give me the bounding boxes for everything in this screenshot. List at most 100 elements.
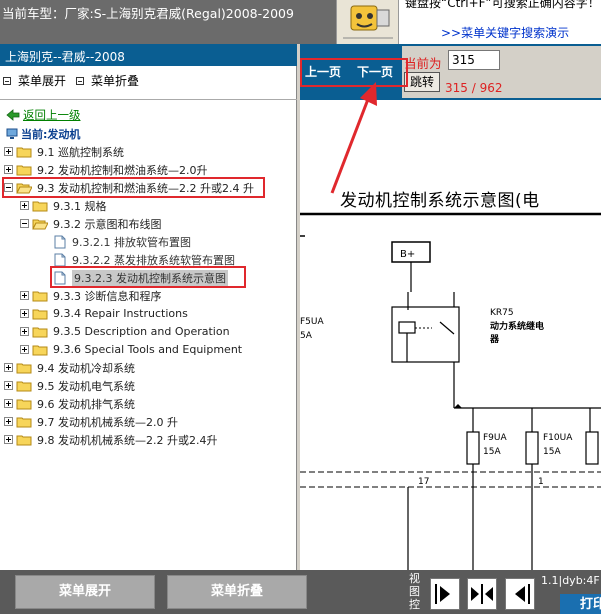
page-right-button[interactable] — [430, 578, 460, 610]
tree-item-9-1[interactable]: 9.1 巡航控制系统 — [4, 143, 124, 160]
folder-icon — [32, 291, 48, 301]
tree-item-9-7[interactable]: 9.7 发动机机械系统—2.0 升 — [4, 413, 178, 430]
expand-toggle-icon[interactable] — [4, 381, 13, 390]
collapse-toggle-icon[interactable] — [20, 219, 29, 228]
status-text: 1.1|dyb:4F — [541, 574, 600, 587]
kr75-label: KR75 — [490, 308, 514, 318]
page-number-input[interactable] — [448, 50, 500, 70]
tree-label: 9.8 发动机机械系统—2.2 升或2.4升 — [37, 433, 218, 447]
relay-label-1: 动力系统继电 — [490, 320, 544, 332]
tree-item-9-3-2[interactable]: 9.3.2 示意图和布线图 — [20, 215, 162, 232]
collapse-all-link[interactable]: 菜单折叠 — [76, 72, 139, 89]
back-link[interactable]: 返回上一级 — [6, 107, 81, 123]
tree-item-9-4[interactable]: 9.4 发动机冷却系统 — [4, 359, 135, 376]
current-label: 当前:发动机 — [21, 128, 81, 141]
tree-label: 9.4 发动机冷却系统 — [37, 361, 135, 375]
expand-toggle-icon[interactable] — [20, 327, 29, 336]
folder-icon — [16, 435, 32, 445]
wire-1-label: 1 — [538, 477, 544, 487]
tree-item-9-3-4[interactable]: 9.3.4 Repair Instructions — [20, 305, 188, 322]
computer-icon — [6, 128, 18, 139]
arrow-left-icon — [515, 584, 530, 604]
page-left-button[interactable] — [505, 578, 535, 610]
f10ua-label: F10UA — [543, 433, 573, 443]
collapse-all-label: 菜单折叠 — [91, 74, 140, 88]
document-icon — [54, 235, 66, 248]
expand-toggle-icon[interactable] — [4, 435, 13, 444]
folder-icon — [16, 363, 32, 373]
expand-toggle-icon[interactable] — [20, 201, 29, 210]
folder-icon — [32, 345, 48, 355]
folder-icon — [16, 165, 32, 175]
current-page-label: 当前为 — [404, 56, 442, 71]
jump-button[interactable]: 跳转 — [404, 72, 440, 92]
f5ua-label: F5UA — [300, 317, 324, 327]
expand-toggle-icon[interactable] — [4, 165, 13, 174]
collapse-icon — [76, 76, 84, 85]
expand-menu-button[interactable]: 菜单展开 — [15, 575, 155, 609]
folder-icon — [16, 147, 32, 157]
expand-toggle-icon[interactable] — [20, 291, 29, 300]
highlight-box — [2, 177, 265, 198]
bottom-toolbar: 菜单展开 菜单折叠 视图控 1.1|dyb:4F 打印 — [0, 570, 601, 614]
print-button[interactable]: 打印 — [560, 594, 601, 614]
expand-icon — [3, 76, 11, 85]
back-label: 返回上一级 — [23, 108, 81, 122]
folder-icon — [32, 201, 48, 211]
expand-toggle-icon[interactable] — [4, 399, 13, 408]
menu-tree-panel: 上海别克--君威--2008 菜单展开 菜单折叠 返回上一级 当前:发动机 9.… — [0, 44, 297, 570]
f9ua-amp-label: 15A — [483, 447, 501, 457]
tree-label: 9.3.3 诊断信息和程序 — [53, 289, 162, 303]
current-location: 当前:发动机 — [6, 126, 80, 142]
search-hint-box: 键盘按“Ctrl+F”可搜索正确内容字！ >>菜单关键字搜索演示 — [398, 0, 601, 44]
fit-width-icon — [471, 584, 493, 604]
tree-item-9-5[interactable]: 9.5 发动机电气系统 — [4, 377, 135, 394]
expand-toggle-icon[interactable] — [4, 363, 13, 372]
fit-width-button[interactable] — [467, 578, 497, 610]
expand-toggle-icon[interactable] — [4, 417, 13, 426]
folder-icon — [16, 399, 32, 409]
car-model-label: 当前车型：厂家:S-上海别克君威(Regal)2008-2009 — [2, 6, 294, 21]
tree-label: 9.3.5 Description and Operation — [53, 325, 230, 338]
panel-title: 上海别克--君威--2008 — [0, 44, 297, 66]
back-arrow-icon — [6, 109, 20, 121]
expand-toggle-icon[interactable] — [20, 345, 29, 354]
tree-item-9-3-6[interactable]: 9.3.6 Special Tools and Equipment — [20, 341, 242, 358]
search-hint-icon — [336, 0, 398, 44]
tree-label: 9.2 发动机控制和燃油系统—2.0升 — [37, 163, 208, 177]
page-jump-panel: 当前为 跳转 315 / 962 — [402, 46, 601, 98]
expand-toggle-icon[interactable] — [20, 309, 29, 318]
tree-label: 9.7 发动机机械系统—2.0 升 — [37, 415, 178, 429]
tree-item-9-3-5[interactable]: 9.3.5 Description and Operation — [20, 323, 230, 340]
tree-item-9-2[interactable]: 9.2 发动机控制和燃油系统—2.0升 — [4, 161, 207, 178]
tree-label: 9.3.4 Repair Instructions — [53, 307, 188, 320]
tree-label: 9.6 发动机排气系统 — [37, 397, 135, 411]
tree-label: 9.3.6 Special Tools and Equipment — [53, 343, 243, 356]
expand-toggle-icon[interactable] — [4, 147, 13, 156]
wire-17-label: 17 — [418, 477, 429, 487]
search-hint-text: 键盘按“Ctrl+F”可搜索正确内容字！ — [405, 0, 600, 10]
document-icon — [54, 253, 66, 266]
b-plus-label: B+ — [400, 249, 415, 260]
expand-all-link[interactable]: 菜单展开 — [3, 72, 66, 89]
tree-label: 9.3.2.1 排放软管布置图 — [72, 235, 191, 249]
tree-label: 9.5 发动机电气系统 — [37, 379, 135, 393]
folder-icon — [32, 309, 48, 319]
collapse-menu-button[interactable]: 菜单折叠 — [167, 575, 307, 609]
f10ua-amp-label: 15A — [543, 447, 561, 457]
f5ua-amp-label: 5A — [300, 331, 313, 341]
view-control-label: 视图控 — [409, 572, 420, 611]
tree-item-9-3-3[interactable]: 9.3.3 诊断信息和程序 — [20, 287, 162, 304]
tree-item-9-3-2-1[interactable]: 9.3.2.1 排放软管布置图 — [54, 233, 191, 250]
tree-label: 9.3.2 示意图和布线图 — [53, 217, 162, 231]
divider — [0, 99, 297, 100]
tree-item-9-3-1[interactable]: 9.3.1 规格 — [20, 197, 107, 214]
page-count: 315 / 962 — [445, 81, 503, 95]
search-demo-link[interactable]: >>菜单关键字搜索演示 — [441, 24, 569, 41]
f9ua-label: F9UA — [483, 433, 507, 443]
tree-item-9-8[interactable]: 9.8 发动机机械系统—2.2 升或2.4升 — [4, 431, 217, 448]
tree-item-9-6[interactable]: 9.6 发动机排气系统 — [4, 395, 135, 412]
folder-icon — [16, 417, 32, 427]
highlight-box — [50, 266, 246, 288]
expand-all-label: 菜单展开 — [18, 74, 67, 88]
